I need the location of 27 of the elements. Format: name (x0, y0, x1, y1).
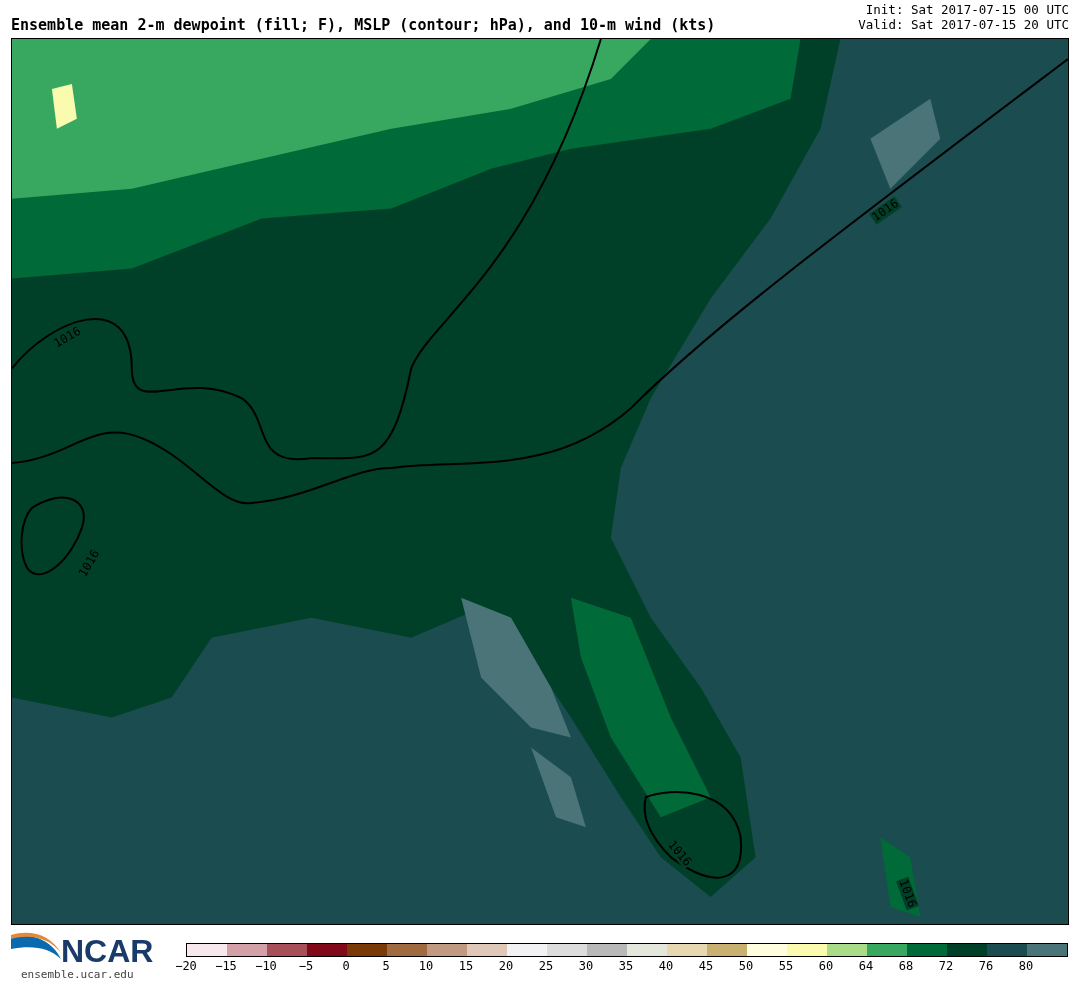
tick-label: 50 (737, 958, 755, 975)
tick-label: −10 (254, 958, 278, 975)
tick-label: −15 (214, 958, 238, 975)
chart-title: Ensemble mean 2-m dewpoint (fill; F), MSLP (contour; hPa), and 10-m wind (kts) (11, 15, 716, 36)
tick-label: 64 (857, 958, 875, 975)
tick-label: 68 (897, 958, 915, 975)
tick-label: 15 (457, 958, 475, 975)
tick-label: 72 (937, 958, 955, 975)
tick-label: 40 (657, 958, 675, 975)
ncar-logo-text: NCAR (61, 935, 154, 967)
site-url: ensemble.ucar.edu (21, 967, 135, 983)
tick-label: 45 (697, 958, 715, 975)
tick-label: 5 (381, 958, 391, 975)
tick-label: 60 (817, 958, 835, 975)
tick-label: 80 (1017, 958, 1035, 975)
tick-label: −20 (174, 958, 198, 975)
tick-label: 10 (417, 958, 435, 975)
tick-label: 30 (577, 958, 595, 975)
tick-label: 20 (497, 958, 515, 975)
tick-label: 35 (617, 958, 635, 975)
tick-label: 25 (537, 958, 555, 975)
init-time: Init: Sat 2017-07-15 00 UTC (865, 2, 1069, 17)
valid-time: Valid: Sat 2017-07-15 20 UTC (858, 17, 1069, 32)
tick-label: −5 (297, 958, 315, 975)
tick-label: 0 (341, 958, 351, 975)
tick-label: 76 (977, 958, 995, 975)
tick-label: 55 (777, 958, 795, 975)
